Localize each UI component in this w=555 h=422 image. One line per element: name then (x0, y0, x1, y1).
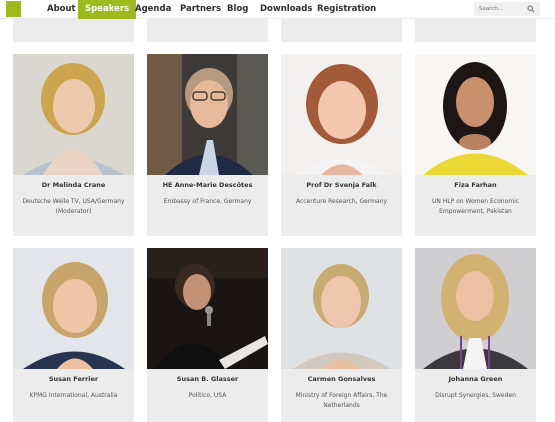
speaker-affiliation: Embassy of France, Germany (163, 198, 252, 205)
speaker-card[interactable]: Carmen Gonsalves Ministry of Foreign Aff… (281, 248, 402, 422)
card-stub (281, 19, 402, 42)
speaker-affiliation: Accenture Research, Germany (295, 198, 388, 205)
speaker-card[interactable]: Dr Melinda Crane Deutsche Welle TV, USA/… (13, 54, 134, 236)
card-stub (13, 19, 134, 42)
speaker-name: Susan B. Glasser (176, 375, 239, 383)
speaker-affiliation: Ministry of Foreign Affairs, The Netherl… (295, 392, 388, 409)
search-box (474, 2, 540, 16)
card-stub (147, 19, 268, 42)
nav-item-about[interactable]: About (40, 0, 83, 19)
top-navigation: About Speakers Agenda Partners Blog Down… (0, 0, 555, 19)
speaker-affiliation: UN HLP on Women Economic Empowerment, Pa… (431, 198, 520, 215)
nav-item-agenda[interactable]: Agenda (128, 0, 178, 19)
speaker-card[interactable]: Susan Ferrier KPMG International, Austra… (13, 248, 134, 422)
speaker-affiliation: Disrupt Synergies, Sweden (435, 392, 516, 399)
speaker-card[interactable]: Prof Dr Svenja Falk Accenture Research, … (281, 54, 402, 236)
speaker-photo[interactable] (415, 248, 536, 369)
speaker-name: Dr Melinda Crane (41, 181, 106, 189)
nav-item-blog[interactable]: Blog (220, 0, 255, 19)
speaker-card[interactable]: Johanna Green Disrupt Synergies, Sweden (415, 248, 536, 422)
speaker-photo[interactable] (281, 248, 402, 369)
speaker-affiliation: Deutsche Welle TV, USA/Germany (Moderato… (22, 198, 125, 215)
speaker-photo[interactable] (13, 248, 134, 369)
search-icon[interactable] (527, 5, 535, 13)
speaker-photo[interactable] (281, 54, 402, 175)
speaker-name: Prof Dr Svenja Falk (306, 181, 377, 189)
site-logo[interactable] (6, 1, 21, 17)
speaker-photo[interactable] (147, 54, 268, 175)
speaker-name: Johanna Green (448, 375, 503, 383)
speaker-name: Carmen Gonsalves (307, 375, 376, 383)
speaker-card[interactable]: HE Anne-Marie Descôtes Embassy of France… (147, 54, 268, 236)
speaker-name: HE Anne-Marie Descôtes (162, 181, 253, 189)
speaker-affiliation: Politico, USA (188, 392, 227, 399)
speaker-photo[interactable] (147, 248, 268, 369)
speaker-affiliation: KPMG International, Australia (29, 392, 118, 399)
speaker-card[interactable]: Susan B. Glasser Politico, USA (147, 248, 268, 422)
speaker-card[interactable]: Fiza Farhan UN HLP on Women Economic Emp… (415, 54, 536, 236)
nav-item-registration[interactable]: Registration (310, 0, 383, 19)
speaker-photo[interactable] (415, 54, 536, 175)
speaker-photo[interactable] (13, 54, 134, 175)
card-stub (415, 19, 536, 42)
search-input[interactable] (479, 3, 525, 15)
speaker-name: Susan Ferrier (48, 375, 99, 383)
speaker-name: Fiza Farhan (454, 181, 497, 189)
